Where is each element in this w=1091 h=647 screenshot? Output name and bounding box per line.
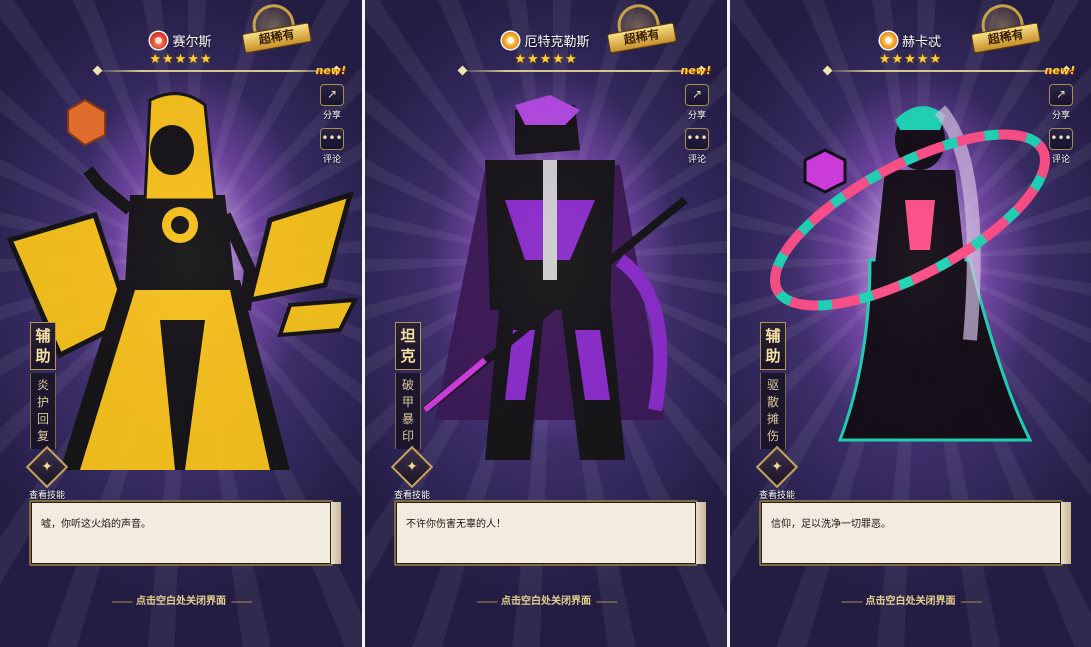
- role-desc-char: 散: [766, 395, 779, 409]
- view-skills-button[interactable]: ✦ 查看技能: [752, 445, 802, 501]
- role-desc-char: 破: [401, 378, 414, 392]
- comment-button[interactable]: ••• 评论: [316, 128, 348, 165]
- view-skills-button[interactable]: ✦ 查看技能: [387, 445, 437, 501]
- hero-name: 厄特克勒斯: [524, 35, 590, 50]
- role-desc-char: 复: [36, 429, 49, 443]
- share-button[interactable]: ↗ 分享: [681, 84, 713, 121]
- comment-label: 评论: [1051, 155, 1070, 165]
- role-desc-char: 摊: [766, 412, 779, 426]
- skill-emblem-icon: ✦: [25, 445, 69, 489]
- star-rating: ★★★★★: [878, 52, 943, 67]
- comment-icon: •••: [320, 128, 344, 150]
- role-char: 助: [35, 347, 51, 365]
- sun-element-icon: [879, 32, 897, 49]
- role-char: 坦: [400, 327, 416, 345]
- role-desc-char: 炎: [36, 378, 49, 392]
- role-description: 炎 护 回 复: [30, 373, 56, 449]
- share-button[interactable]: ↗ 分享: [316, 84, 348, 121]
- new-tag: new!: [1044, 64, 1075, 77]
- header-divider: [92, 70, 342, 72]
- role-label: 辅 助: [760, 322, 786, 370]
- role-desc-char: 甲: [401, 395, 414, 409]
- role-desc-char: 驱: [766, 378, 779, 392]
- header-divider: [457, 70, 707, 72]
- comment-icon: •••: [685, 128, 709, 150]
- share-label: 分享: [1051, 111, 1070, 121]
- role-description: 破 甲 暴 印: [395, 373, 421, 449]
- role-column: 辅 助 驱 散 摊 伤: [760, 322, 786, 449]
- hero-quote: 嘘，你听这火焰的声音。: [41, 519, 151, 530]
- close-hint[interactable]: 点击空白处关闭界面: [0, 592, 362, 607]
- share-icon: ↗: [685, 84, 709, 106]
- star-rating: ★★★★★: [514, 52, 578, 67]
- fire-element-icon: [150, 32, 168, 49]
- role-column: 辅 助 炎 护 回 复: [30, 322, 56, 449]
- close-hint[interactable]: 点击空白处关闭界面: [730, 592, 1091, 607]
- role-column: 坦 克 破 甲 暴 印: [395, 322, 421, 449]
- share-label: 分享: [322, 111, 341, 121]
- hero-panel-hecate[interactable]: 赫卡忒 ★★★★★ 超稀有 new! ↗ 分享 ••• 评论 辅 助 驱 散 摊…: [730, 0, 1091, 647]
- header-divider: [822, 70, 1072, 72]
- share-label: 分享: [687, 111, 706, 121]
- share-button[interactable]: ↗ 分享: [1045, 84, 1077, 121]
- hero-panel-serse[interactable]: 赛尔斯 ★★★★★ 超稀有 new! ↗ 分享 ••• 评论 辅 助 炎 护 回…: [0, 0, 362, 647]
- comment-icon: •••: [1049, 128, 1073, 150]
- role-desc-char: 暴: [401, 412, 414, 426]
- role-char: 助: [765, 347, 781, 365]
- role-desc-char: 伤: [766, 429, 779, 443]
- hero-name: 赫卡忒: [901, 35, 941, 50]
- role-char: 辅: [35, 327, 51, 345]
- hero-quote: 不许你伤害无辜的人！: [406, 519, 506, 530]
- hero-gallery: 赛尔斯 ★★★★★ 超稀有 new! ↗ 分享 ••• 评论 辅 助 炎 护 回…: [0, 0, 1091, 647]
- close-hint[interactable]: 点击空白处关闭界面: [365, 592, 727, 607]
- skill-emblem-icon: ✦: [390, 445, 434, 489]
- role-label: 坦 克: [395, 322, 421, 370]
- role-description: 驱 散 摊 伤: [760, 373, 786, 449]
- share-icon: ↗: [320, 84, 344, 106]
- quote-dialog: 嘘，你听这火焰的声音。: [29, 500, 341, 566]
- role-desc-char: 印: [401, 429, 414, 443]
- comment-button[interactable]: ••• 评论: [681, 128, 713, 165]
- role-desc-char: 护: [36, 395, 49, 409]
- role-char: 辅: [765, 327, 781, 345]
- view-skills-button[interactable]: ✦ 查看技能: [22, 445, 72, 501]
- new-tag: new!: [315, 64, 346, 77]
- role-desc-char: 回: [36, 412, 49, 426]
- star-rating: ★★★★★: [149, 52, 213, 67]
- hero-name: 赛尔斯: [172, 35, 212, 50]
- comment-label: 评论: [322, 155, 341, 165]
- comment-button[interactable]: ••• 评论: [1045, 128, 1077, 165]
- hero-quote: 信仰，足以洗净一切罪恶。: [771, 519, 891, 530]
- skill-emblem-icon: ✦: [755, 445, 799, 489]
- quote-dialog: 不许你伤害无辜的人！: [394, 500, 706, 566]
- new-tag: new!: [680, 64, 711, 77]
- role-label: 辅 助: [30, 322, 56, 370]
- role-char: 克: [400, 347, 416, 365]
- quote-dialog: 信仰，足以洗净一切罪恶。: [759, 500, 1071, 566]
- share-icon: ↗: [1049, 84, 1073, 106]
- comment-label: 评论: [687, 155, 706, 165]
- sun-element-icon: [502, 32, 520, 49]
- hero-panel-eteocles[interactable]: 厄特克勒斯 ★★★★★ 超稀有 new! ↗ 分享 ••• 评论 坦 克 破 甲: [365, 0, 727, 647]
